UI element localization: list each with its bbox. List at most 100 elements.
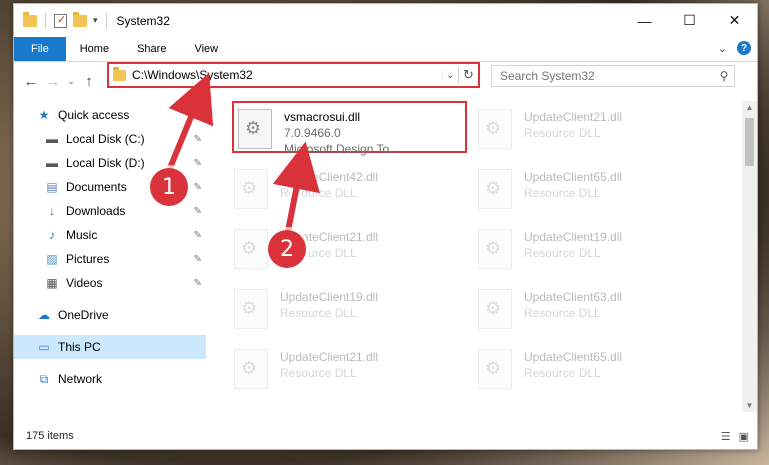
file-name: UpdateClient65.dll — [524, 170, 623, 184]
dll-file-icon — [478, 349, 512, 389]
sidebar-item-pictures[interactable]: ▨ Pictures ✎ — [14, 247, 206, 271]
navigation-pane: ★ Quick access ▬ Local Disk (C:) ✎ ▬ Loc… — [14, 101, 206, 412]
file-description: Microsoft Design To... — [284, 142, 400, 156]
file-name: UpdateClient19.dll — [280, 290, 379, 304]
vertical-scrollbar[interactable]: ▲ ▼ — [742, 101, 757, 412]
file-meta: vsmacrosui.dll 7.0.9466.0 Microsoft Desi… — [284, 109, 399, 157]
file-item[interactable]: UpdateClient42.dll Resource DLL — [234, 163, 469, 215]
pin-icon[interactable]: ✎ — [194, 254, 202, 265]
file-name: UpdateClient42.dll — [280, 170, 379, 184]
sidebar-item-label: Music — [66, 228, 98, 242]
star-icon: ★ — [38, 108, 50, 122]
search-box[interactable]: ⚲ — [491, 65, 735, 87]
toolbar-separator — [45, 12, 46, 29]
address-bar[interactable]: C:\Windows\System32 ⌄ ↻ — [107, 62, 480, 88]
file-item[interactable]: UpdateClient65.dll Resource DLL — [478, 163, 713, 215]
up-button[interactable]: ↑ — [78, 73, 100, 90]
file-description: Resource DLL — [280, 186, 357, 200]
sidebar-item-label: Local Disk (C:) — [66, 132, 145, 146]
sidebar-item-videos[interactable]: ▦ Videos ✎ — [14, 271, 206, 295]
window-controls: — ☐ ✕ — [622, 4, 757, 37]
pin-icon[interactable]: ✎ — [194, 182, 202, 193]
dll-file-icon — [234, 349, 268, 389]
file-item[interactable]: UpdateClient19.dll Resource DLL — [234, 283, 469, 335]
sidebar-item-network[interactable]: ⧉ Network — [14, 367, 206, 391]
sidebar-item-this-pc[interactable]: ▭ This PC — [14, 335, 206, 359]
ribbon-right: ⌄ ? — [718, 41, 751, 55]
tab-share[interactable]: Share — [123, 37, 180, 61]
file-description: Resource DLL — [524, 306, 601, 320]
search-input[interactable] — [492, 69, 714, 83]
scroll-down-icon[interactable]: ▼ — [742, 401, 757, 410]
file-description: Resource DLL — [524, 126, 601, 140]
folder-icon — [23, 11, 37, 27]
new-folder-icon[interactable] — [73, 11, 87, 27]
address-dropdown-icon[interactable]: ⌄ — [442, 69, 458, 81]
file-item[interactable]: UpdateClient21.dll Resource DLL — [478, 103, 713, 155]
file-item[interactable]: UpdateClient63.dll Resource DLL — [478, 283, 713, 335]
quick-access-toolbar: ▾ — [14, 11, 109, 29]
sidebar-item-label: Quick access — [58, 108, 130, 122]
dll-file-icon — [238, 109, 272, 149]
dll-file-icon — [234, 289, 268, 329]
customize-toolbar-icon[interactable]: ▾ — [93, 15, 98, 26]
file-name: UpdateClient21.dll — [524, 110, 623, 124]
ribbon-tabs: File Home Share View ⌄ ? — [14, 37, 757, 62]
search-icon[interactable]: ⚲ — [714, 69, 734, 83]
window-title: System32 — [116, 13, 170, 28]
step-badge-1: 1 — [150, 168, 188, 206]
pin-icon[interactable]: ✎ — [194, 230, 202, 241]
sidebar-item-label: Downloads — [66, 204, 126, 218]
forward-button[interactable]: → — [42, 73, 64, 90]
maximize-button[interactable]: ☐ — [667, 4, 712, 37]
videos-icon: ▦ — [46, 276, 58, 290]
dll-file-icon — [234, 229, 268, 269]
pin-icon[interactable]: ✎ — [194, 134, 202, 145]
tab-file[interactable]: File — [14, 37, 66, 61]
address-path[interactable]: C:\Windows\System32 — [132, 68, 442, 82]
minimize-button[interactable]: — — [622, 4, 667, 37]
sidebar-item-local-disk-c[interactable]: ▬ Local Disk (C:) ✎ — [14, 127, 206, 151]
sidebar-item-onedrive[interactable]: ☁ OneDrive — [14, 303, 206, 327]
pin-icon[interactable]: ✎ — [194, 158, 202, 169]
sidebar-item-label: Pictures — [66, 252, 110, 266]
file-name: vsmacrosui.dll — [284, 110, 361, 124]
dll-file-icon — [478, 109, 512, 149]
dll-file-icon — [234, 169, 268, 209]
status-bar: 175 items ☰ ▣ — [14, 424, 757, 448]
file-name: UpdateClient19.dll — [524, 230, 623, 244]
sidebar-item-label: Videos — [66, 276, 103, 290]
dll-file-icon — [478, 169, 512, 209]
recent-locations-button[interactable]: ⌄ — [64, 76, 78, 87]
properties-icon[interactable] — [54, 13, 67, 28]
view-buttons: ☰ ▣ — [721, 430, 749, 443]
file-description: Resource DLL — [524, 246, 601, 260]
pin-icon[interactable]: ✎ — [194, 206, 202, 217]
large-icons-view-icon[interactable]: ▣ — [739, 430, 749, 443]
tab-view[interactable]: View — [180, 37, 232, 61]
file-item[interactable]: UpdateClient19.dll Resource DLL — [478, 223, 713, 275]
details-view-icon[interactable]: ☰ — [721, 430, 731, 443]
file-description: Resource DLL — [280, 366, 357, 380]
file-item[interactable]: UpdateClient65.dll Resource DLL — [478, 343, 713, 395]
scroll-up-icon[interactable]: ▲ — [742, 103, 757, 112]
scroll-thumb[interactable] — [745, 118, 754, 166]
pin-icon[interactable]: ✎ — [194, 278, 202, 289]
refresh-icon[interactable]: ↻ — [458, 67, 478, 83]
file-item[interactable]: UpdateClient21.dll Resource DLL — [234, 343, 469, 395]
step-badge-2: 2 — [268, 230, 306, 268]
toolbar-separator — [105, 12, 107, 29]
file-item-vsmacrosui[interactable]: vsmacrosui.dll 7.0.9466.0 Microsoft Desi… — [232, 101, 467, 156]
sidebar-item-music[interactable]: ♪ Music ✎ — [14, 223, 206, 247]
drive-icon: ▬ — [46, 132, 58, 146]
network-icon: ⧉ — [39, 371, 49, 386]
expand-ribbon-icon[interactable]: ⌄ — [718, 42, 727, 55]
dll-file-icon — [478, 289, 512, 329]
sidebar-item-quick-access[interactable]: ★ Quick access — [14, 103, 206, 127]
sidebar-item-label: Local Disk (D:) — [66, 156, 145, 170]
back-button[interactable]: ← — [20, 73, 42, 90]
close-button[interactable]: ✕ — [712, 4, 757, 37]
help-icon[interactable]: ? — [737, 41, 751, 55]
computer-icon: ▭ — [38, 340, 50, 354]
tab-home[interactable]: Home — [66, 37, 123, 61]
